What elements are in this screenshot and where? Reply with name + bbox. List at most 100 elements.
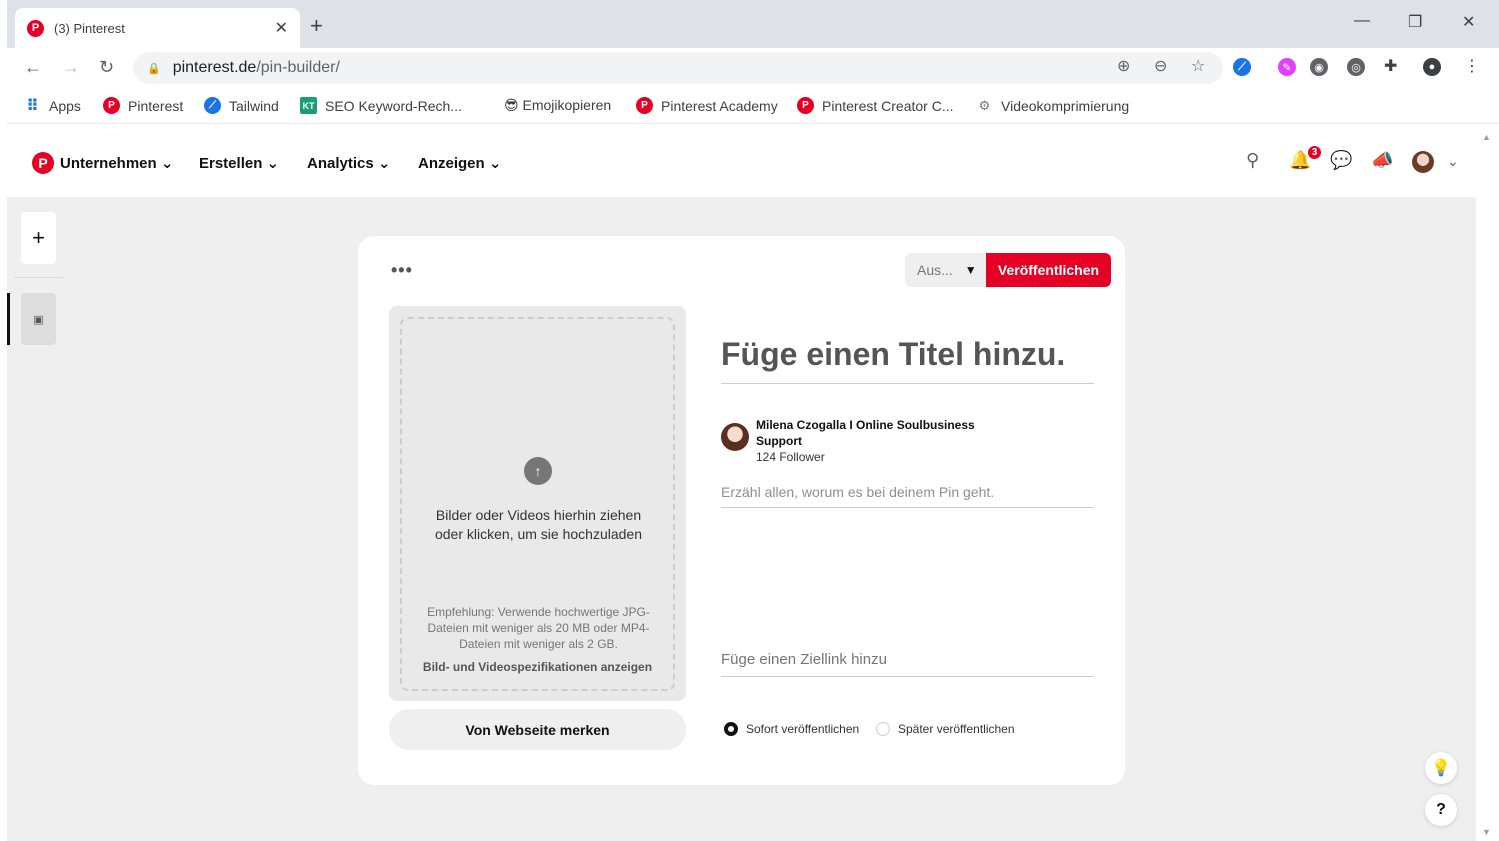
reload-icon[interactable]: ↻ [99,57,114,78]
bookmark-label: SEO Keyword-Rech... [325,97,462,114]
extensions-puzzle-icon[interactable]: ✚ [1384,56,1397,76]
tab-title: (3) Pinterest [54,20,125,36]
scroll-up-icon[interactable]: ▲ [1482,132,1491,142]
bookmark-label: Apps [49,97,81,114]
address-bar[interactable]: 🔒 pinterest.de/pin-builder/ [133,52,1223,84]
globe-extension-icon[interactable]: ◉ [1310,58,1328,76]
bookmark-seo[interactable]: KT SEO Keyword-Rech... [300,97,462,114]
upload-recommendation: Empfehlung: Verwende hochwertige JPG-Dat… [427,605,650,651]
pinterest-icon: P [103,97,120,114]
browser-tabbar: P (3) Pinterest ✕ + — ❐ ✕ [7,0,1499,48]
profile-icon[interactable]: ● [1423,58,1441,76]
bookmark-label: Videokomprimierung [1001,97,1130,114]
main-area: + ▣ ••• Aus... ▼ Veröffentlichen ↑ Bilde… [7,197,1476,841]
back-icon[interactable]: ← [24,57,42,78]
forward-icon[interactable]: → [62,57,80,78]
tailwind-icon: ⟋ [204,97,221,114]
add-pin-button[interactable]: + [21,212,56,264]
author-followers: 124 Follower [756,450,825,464]
minimize-icon[interactable]: — [1354,12,1370,30]
save-from-website-button[interactable]: Von Webseite merken [389,709,686,750]
upload-instructions: Bilder oder Videos hierhin ziehen oder k… [434,507,642,542]
bookmark-tailwind[interactable]: ⟋ Tailwind [204,97,279,114]
bookmark-label: Pinterest Creator C... [822,97,954,114]
window-close-icon[interactable]: ✕ [1462,12,1475,32]
pinterest-icon: P [636,97,653,114]
upload-arrow-icon: ↑ [524,457,552,485]
menu-kebab-icon[interactable]: ⋮ [1464,56,1480,76]
pinterest-logo-icon[interactable]: P [32,152,54,174]
pinterest-header: P Unternehmen ⌄ Erstellen ⌄ Analytics ⌄ … [7,128,1476,197]
close-tab-icon[interactable]: ✕ [275,18,288,38]
chevron-down-icon: ▼ [964,263,977,277]
url-path: /pin-builder/ [256,59,340,76]
radio-unselected-icon [876,722,890,736]
bookmark-emoji[interactable]: 😎 😎 Emojikopieren [479,97,611,114]
lock-icon: 🔒 [147,62,161,75]
seo-extension-icon[interactable]: ◎ [1347,58,1365,76]
radio-selected-icon [724,722,738,736]
radio-label: Sofort veröffentlichen [746,722,860,736]
upload-dropzone[interactable]: ↑ Bilder oder Videos hierhin ziehen oder… [389,306,686,701]
bookmark-pinterest[interactable]: P Pinterest [103,97,183,114]
browser-tab[interactable]: P (3) Pinterest ✕ [15,8,300,48]
bookmark-label: Pinterest [128,97,184,114]
emoji-icon: 😎 [480,97,495,113]
author-name: Milena Czogalla I Online Soulbusiness Su… [756,418,975,448]
keywordtool-icon: KT [300,97,317,114]
publish-button[interactable]: Veröffentlichen [986,253,1111,287]
help-icon[interactable]: ? [1425,794,1457,826]
publish-later-radio[interactable]: Später veröffentlichen [876,722,1015,736]
updates-megaphone-icon[interactable]: 📣 [1371,150,1393,171]
board-select-value: Aus... [917,262,953,278]
image-icon: ▣ [33,313,44,326]
more-options-icon[interactable]: ••• [391,260,413,281]
url-host: pinterest.de [172,59,257,76]
sidebar-divider [14,277,63,278]
author-info: Milena Czogalla I Online Soulbusiness Su… [721,417,1021,465]
upload-specs-link[interactable]: Bild- und Videospezifikationen anzeigen [402,660,673,674]
nav-erstellen[interactable]: Erstellen ⌄ [199,154,279,172]
description-input[interactable]: Erzähl allen, worum es bei deinem Pin ge… [721,484,1094,508]
search-icon[interactable]: ⚲ [1246,150,1259,171]
nav-unternehmen[interactable]: Unternehmen ⌄ [60,154,173,172]
bookmark-label: 😎 Emojikopieren [504,97,612,113]
publish-now-radio[interactable]: Sofort veröffentlichen [724,722,859,736]
zoom-icon[interactable]: ⊖ [1154,56,1167,76]
browser-toolbar: ← → ↻ 🔒 pinterest.de/pin-builder/ ⊕ ⊖ ☆ … [7,48,1499,88]
board-select[interactable]: Aus... ▼ [905,253,986,287]
destination-link-input[interactable]: Füge einen Ziellink hinzu [721,651,1094,677]
pinterest-icon: P [797,97,814,114]
page-scrollbar[interactable]: ▲ ▼ [1476,128,1499,841]
restore-icon[interactable]: ❐ [1408,12,1422,32]
video-compress-icon: ⚙ [978,97,991,113]
nav-anzeigen[interactable]: Anzeigen ⌄ [418,154,501,172]
new-tab-icon[interactable]: + [310,13,323,39]
account-chevron-down-icon[interactable]: ⌄ [1447,153,1459,170]
ideas-lightbulb-icon[interactable]: 💡 [1425,752,1457,784]
scroll-down-icon[interactable]: ▼ [1482,827,1491,837]
bookmark-star-icon[interactable]: ☆ [1191,56,1205,76]
bookmarks-bar: ⠿ Apps P Pinterest ⟋ Tailwind KT SEO Key… [7,88,1499,124]
bookmark-pinterest-creator[interactable]: P Pinterest Creator C... [797,97,954,114]
messages-icon[interactable]: 💬 [1330,150,1352,171]
avatar[interactable] [1412,151,1434,178]
apps-grid-icon: ⠿ [26,97,39,115]
sidebar-active-indicator [7,293,10,345]
pinterest-favicon-icon: P [27,19,44,37]
nav-analytics[interactable]: Analytics ⌄ [307,154,390,172]
bookmark-label: Tailwind [229,97,279,114]
bookmark-video[interactable]: ⚙ Videokomprimierung [976,97,1129,114]
add-site-icon[interactable]: ⊕ [1117,56,1130,76]
upload-dropzone-border: ↑ Bilder oder Videos hierhin ziehen oder… [400,317,675,691]
colorpicker-extension-icon[interactable]: ✎ [1278,58,1296,76]
bookmark-pinterest-academy[interactable]: P Pinterest Academy [636,97,778,114]
title-input[interactable]: Füge einen Titel hinzu. [721,336,1094,384]
bookmark-label: Pinterest Academy [661,97,778,114]
bookmark-apps[interactable]: ⠿ Apps [24,97,81,115]
pin-builder-card: ••• Aus... ▼ Veröffentlichen ↑ Bilder od… [358,236,1125,785]
tailwind-extension-icon[interactable]: ⟋ [1233,58,1251,76]
draft-thumbnail[interactable]: ▣ [21,293,56,345]
radio-label: Später veröffentlichen [898,722,1015,736]
author-avatar [721,423,749,451]
